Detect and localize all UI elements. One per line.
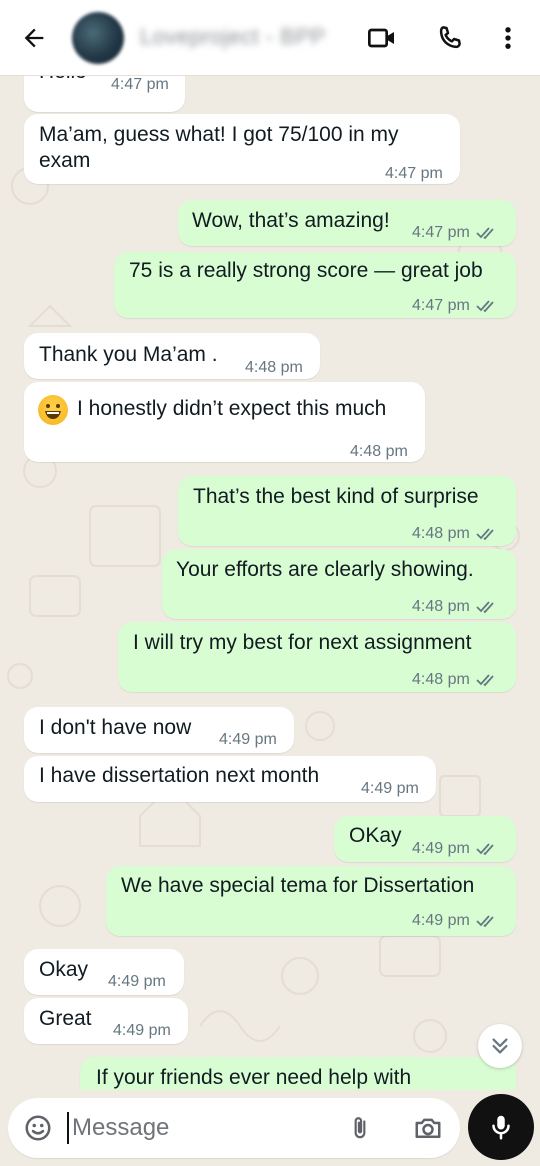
message-bubble-outgoing[interactable]: 75 is a really strong score — great job … (114, 252, 516, 318)
message-text: I will try my best for next assignment (133, 631, 472, 654)
message-time: 4:49 pm (108, 973, 166, 990)
message-bubble-outgoing[interactable]: Your efforts are clearly showing. 4:48 p… (162, 549, 516, 619)
message-time: 4:48 pm (245, 359, 303, 376)
message-time: 4:47 pm (111, 76, 169, 93)
message-text: Great (39, 1007, 92, 1030)
message-time: 4:49 pm (412, 836, 498, 862)
message-time: 4:49 pm (113, 1022, 171, 1039)
contact-name[interactable]: Loveproject - BPP (140, 24, 326, 50)
message-text: Thank you Ma’am . (39, 343, 218, 366)
read-ticks-icon (476, 528, 494, 541)
message-text-line2: exam (39, 149, 91, 172)
grinning-face-emoji (38, 395, 68, 425)
read-ticks-icon (476, 915, 494, 928)
message-text: We have special tema for Dissertation (121, 874, 475, 897)
voice-call-icon[interactable] (432, 20, 468, 56)
video-call-icon[interactable] (364, 20, 400, 56)
message-time: 4:48 pm (412, 667, 498, 693)
message-bubble-incoming[interactable]: Thank you Ma’am . 4:48 pm (24, 333, 320, 379)
message-time: 4:49 pm (412, 908, 498, 934)
camera-icon[interactable] (410, 1112, 446, 1144)
message-bubble-incoming[interactable]: Great 4:49 pm (24, 998, 188, 1044)
message-time: 4:49 pm (219, 731, 277, 748)
message-text: I honestly didn’t expect this much (77, 397, 387, 420)
message-bubble-outgoing[interactable]: That’s the best kind of surprise 4:48 pm (178, 476, 516, 546)
message-text: Hello (39, 76, 87, 85)
message-bubble-outgoing[interactable]: We have special tema for Dissertation 4:… (106, 866, 516, 936)
message-bubble-outgoing[interactable]: Wow, that’s amazing! 4:47 pm (178, 200, 516, 246)
message-text: That’s the best kind of surprise (193, 485, 479, 508)
attachment-paperclip-icon[interactable] (344, 1112, 376, 1144)
double-chevron-down-icon (492, 1038, 508, 1054)
message-bubble-incoming[interactable]: I don't have now 4:49 pm (24, 707, 294, 753)
chat-area[interactable]: Hello 4:47 pm Ma’am, guess what! I got 7… (0, 76, 540, 1090)
sticker-icon[interactable] (22, 1112, 54, 1144)
microphone-button[interactable] (468, 1094, 534, 1160)
message-text: Ma’am, guess what! I got 75/100 in my (39, 123, 399, 146)
message-bubble-incoming[interactable]: Okay 4:49 pm (24, 949, 184, 995)
message-bubble-incoming[interactable]: Hello 4:47 pm (24, 76, 185, 112)
read-ticks-icon (476, 674, 494, 687)
message-text: OKay (349, 824, 402, 847)
back-arrow-icon[interactable] (18, 22, 50, 54)
message-text: Wow, that’s amazing! (192, 209, 390, 232)
message-time: 4:48 pm (412, 521, 498, 547)
more-vertical-icon[interactable] (490, 20, 526, 56)
message-time: 4:47 pm (412, 220, 498, 246)
message-text: If your friends ever need help with (96, 1066, 412, 1089)
text-cursor (67, 1112, 69, 1144)
message-text: Okay (39, 958, 89, 981)
message-time: 4:47 pm (385, 165, 443, 182)
message-input-bar[interactable] (8, 1098, 460, 1158)
read-ticks-icon (476, 843, 494, 856)
message-text: Your efforts are clearly showing. (176, 558, 474, 581)
message-composer (0, 1090, 540, 1166)
chat-header: Loveproject - BPP (0, 0, 540, 76)
message-bubble-incoming[interactable]: Ma’am, guess what! I got 75/100 in my ex… (24, 114, 460, 184)
message-bubble-outgoing[interactable]: If your friends ever need help with (80, 1057, 516, 1090)
microphone-icon (492, 1115, 510, 1140)
message-bubble-incoming[interactable]: I honestly didn’t expect this much 4:48 … (24, 382, 425, 462)
message-input[interactable] (72, 1110, 322, 1146)
message-bubble-outgoing[interactable]: I will try my best for next assignment 4… (118, 622, 516, 692)
message-time: 4:49 pm (361, 780, 419, 797)
message-time: 4:48 pm (412, 594, 498, 620)
message-text: 75 is a really strong score — great job (129, 259, 483, 282)
contact-avatar[interactable] (72, 12, 124, 64)
read-ticks-icon (476, 227, 494, 240)
read-ticks-icon (476, 601, 494, 614)
message-text: I don't have now (39, 716, 192, 739)
message-time: 4:48 pm (350, 443, 408, 460)
read-ticks-icon (476, 300, 494, 313)
message-time: 4:47 pm (412, 293, 498, 319)
scroll-to-bottom-button[interactable] (478, 1024, 522, 1068)
message-bubble-incoming[interactable]: I have dissertation next month 4:49 pm (24, 756, 436, 802)
message-text: I have dissertation next month (39, 764, 320, 787)
message-bubble-outgoing[interactable]: OKay 4:49 pm (334, 816, 516, 862)
